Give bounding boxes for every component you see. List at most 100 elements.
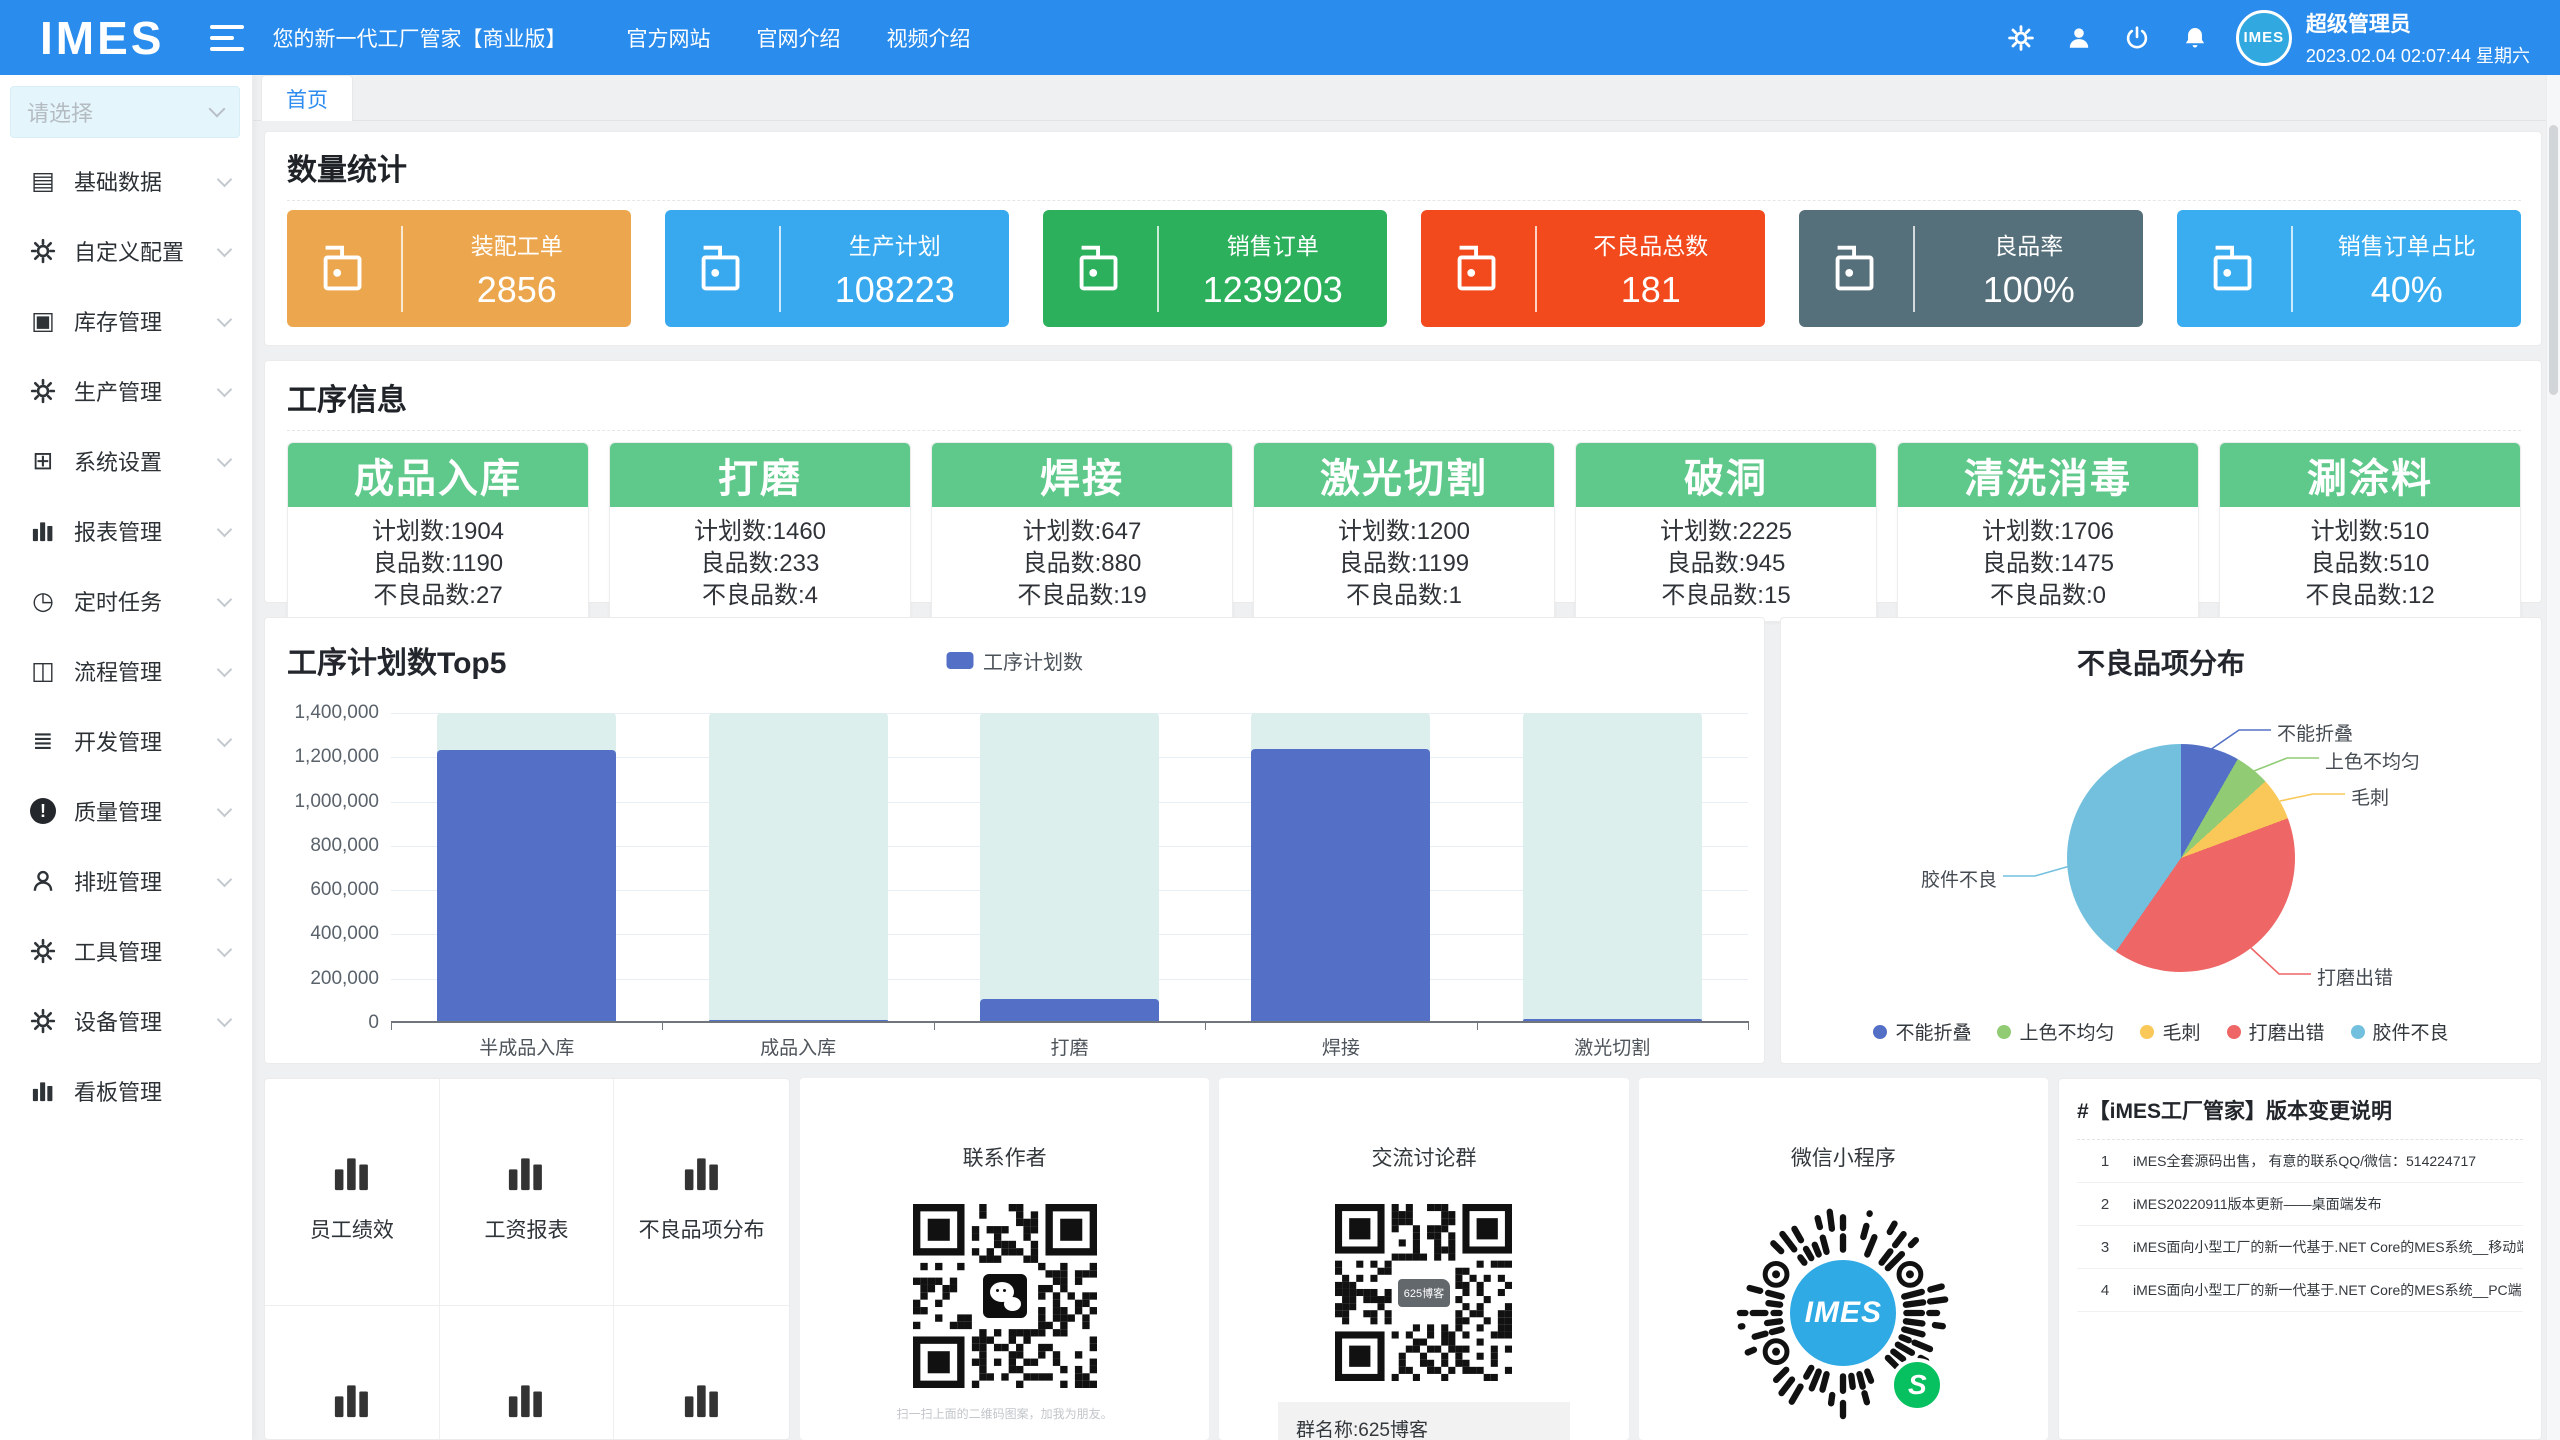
chevron-down-icon [217,241,233,257]
stat-cards: 装配工单2856 生产计划108223 销售订单1239203 不良品总数181… [287,210,2521,327]
sidebar-item-quality[interactable]: !质量管理 [0,776,252,846]
sidebar-item-dev[interactable]: ≣开发管理 [0,706,252,776]
bar-category-column [1477,713,1748,1021]
sidebar-item-tools[interactable]: 工具管理 [0,916,252,986]
settings-icon[interactable] [2008,25,2034,51]
group-name: 群名称:625博客 [1296,1416,1552,1440]
imes-logo: IMES [1785,1255,1901,1371]
alert-icon: ! [28,796,58,826]
process-panel: 工序信息 成品入库计划数:1904良品数:1190不良品数:27 打磨计划数:1… [264,360,2542,603]
bar-chart-legend[interactable]: 工序计划数 [946,646,1083,675]
power-icon[interactable] [2124,25,2150,51]
stat-card-defect-total[interactable]: 不良品总数181 [1421,210,1765,327]
changelog-title: #【iMES工厂管家】版本变更说明 [2077,1095,2523,1140]
nav-site-intro[interactable]: 官网介绍 [756,23,840,53]
tile-defect-summary[interactable]: 不良品项汇总 [265,1306,440,1440]
contact-qr-code [913,1204,1097,1388]
folder-icon [665,238,779,300]
nav-official-site[interactable]: 官方网站 [626,23,710,53]
changelog-row: 1iMES全套源码出售， 有意的联系QQ/微信：514224717 [2077,1140,2523,1183]
bar-background-band [980,713,1159,1021]
bar-category-column [934,713,1205,1021]
tab-home[interactable]: 首页 [261,75,353,121]
tile-employee-performance[interactable]: 员工绩效 [265,1079,440,1306]
pie-legend-item[interactable]: 胶件不良 [2351,1018,2449,1045]
x-axis-tick-label: 焊接 [1205,1033,1476,1060]
bar-chart-icon [330,1409,374,1426]
miniprogram-section: 微信小程序 IMES S [1639,1078,2048,1440]
menu-toggle-icon[interactable] [210,25,244,51]
bar-chart-icon [504,1182,548,1199]
bell-icon[interactable] [2182,25,2208,51]
tile-defect-distribution[interactable]: 不良品项分布 [614,1079,789,1306]
sidebar-item-kanban[interactable]: 看板管理 [0,1056,252,1126]
chevron-down-icon [217,941,233,957]
process-card: 打磨计划数:1460良品数:233不良品数:4 [609,442,911,622]
stat-card-yield-rate[interactable]: 良品率100% [1799,210,2143,327]
bar [709,1020,888,1021]
sidebar: 请选择 ▤基础数据 自定义配置 ▣库存管理 生产管理 ⊞系统设置 报表管理 ◷定… [0,75,253,1440]
stat-card-sales-orders[interactable]: 销售订单1239203 [1043,210,1387,327]
gear-icon [28,1006,58,1036]
sidebar-item-workflow[interactable]: ◫流程管理 [0,636,252,706]
stat-card-assembly-orders[interactable]: 装配工单2856 [287,210,631,327]
stats-section-title: 数量统计 [287,145,2521,189]
pie-legend-item[interactable]: 不能折叠 [1873,1018,1971,1045]
sidebar-item-reports[interactable]: 报表管理 [0,496,252,566]
stat-card-sales-ratio[interactable]: 销售订单占比40% [2177,210,2521,327]
y-axis-tick-label: 1,400,000 [275,702,379,724]
pie-legend-item[interactable]: 毛刺 [2140,1018,2200,1045]
tile-production-report[interactable]: 生产报表 [440,1306,615,1440]
sidebar-item-inventory[interactable]: ▣库存管理 [0,286,252,356]
y-axis-tick-label: 200,000 [275,968,379,990]
chevron-down-icon [217,801,233,817]
group-title: 交流讨论群 [1219,1142,1628,1172]
current-datetime: 2023.02.04 02:07:44 星期六 [2306,42,2530,68]
clipboard-icon: ▣ [28,306,58,336]
sidebar-item-shift[interactable]: 排班管理 [0,846,252,916]
pie-legend-item[interactable]: 上色不均匀 [1997,1018,2114,1045]
sidebar-item-custom-config[interactable]: 自定义配置 [0,216,252,286]
scrollbar-thumb[interactable] [2549,125,2558,395]
main-content: 数量统计 装配工单2856 生产计划108223 销售订单1239203 不良品… [253,121,2560,1440]
x-axis-tick-label: 半成品入库 [391,1033,662,1060]
bar [1523,1019,1702,1021]
user-icon[interactable] [2066,25,2092,51]
sidebar-select[interactable]: 请选择 [10,86,240,138]
tile-salary-report[interactable]: 工资报表 [440,1079,615,1306]
legend-dot [2351,1025,2365,1039]
gear-icon [28,376,58,406]
pie-legend-item[interactable]: 打磨出错 [2227,1018,2325,1045]
nav-video-intro[interactable]: 视频介绍 [886,23,970,53]
stat-card-production-plans[interactable]: 生产计划108223 [665,210,1009,327]
gear-icon [28,936,58,966]
folder-icon [1799,238,1913,300]
clock-icon: ◷ [28,586,58,616]
wechat-logo [979,1270,1031,1322]
wechat-miniprogram-icon: S [1890,1358,1944,1412]
process-card: 成品入库计划数:1904良品数:1190不良品数:27 [287,442,589,622]
sidebar-item-system-settings[interactable]: ⊞系统设置 [0,426,252,496]
process-card: 清洗消毒计划数:1706良品数:1475不良品数:0 [1897,442,2199,622]
discussion-group-section: 交流讨论群 625博客 群名称:625博客 群 号:200884004 [1219,1078,1628,1440]
sidebar-item-base-data[interactable]: ▤基础数据 [0,146,252,216]
sidebar-item-equipment[interactable]: 设备管理 [0,986,252,1056]
sidebar-item-scheduled-tasks[interactable]: ◷定时任务 [0,566,252,636]
chevron-down-icon [217,521,233,537]
tile-output-stats[interactable]: 产量统计 [614,1306,789,1440]
avatar[interactable]: IMES [2236,10,2292,66]
user-name: 超级管理员 [2306,8,2530,38]
y-axis-tick-label: 800,000 [275,835,379,857]
contact-author-section: 联系作者 扫一扫上面的二维码图案，加我为朋友。 [800,1078,1209,1440]
y-axis-tick-label: 400,000 [275,923,379,945]
flow-icon: ◫ [28,656,58,686]
sidebar-item-production[interactable]: 生产管理 [0,356,252,426]
pie-chart-panel: 不良品项分布 不能折叠上色不均匀毛刺打磨出错胶件不良 不能折叠上色不均匀毛刺打磨… [1780,617,2542,1064]
app-title: 您的新一代工厂管家【商业版】 [272,23,566,53]
bar-category-column [662,713,933,1021]
chevron-down-icon [217,451,233,467]
bar-chart-icon [28,1076,58,1106]
sidebar-select-placeholder: 请选择 [27,96,211,128]
bar [437,750,616,1021]
pie-slice-label: 上色不均匀 [2325,747,2420,774]
